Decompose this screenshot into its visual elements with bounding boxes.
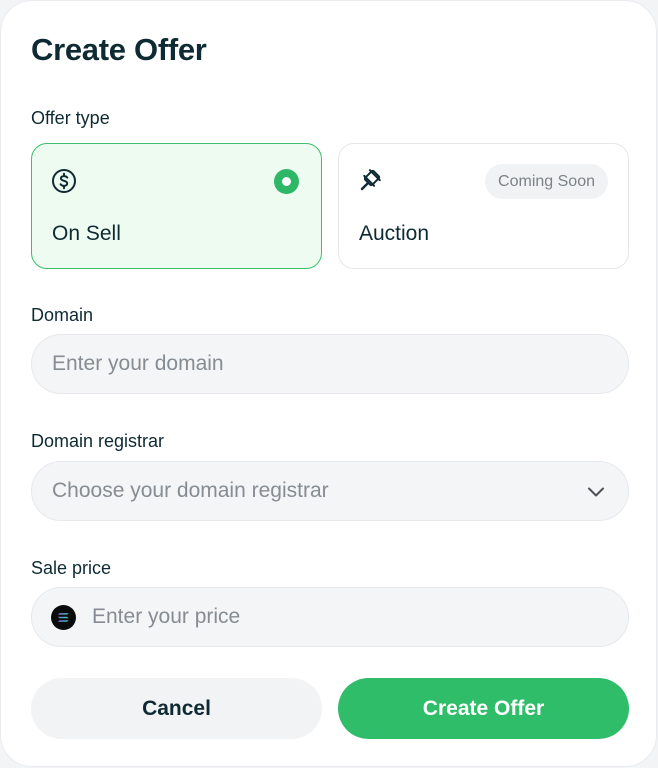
domain-field[interactable] bbox=[31, 334, 629, 394]
offer-type-label: Offer type bbox=[31, 108, 110, 128]
domain-input[interactable] bbox=[32, 335, 628, 393]
registrar-placeholder: Choose your domain registrar bbox=[52, 479, 329, 502]
price-input[interactable] bbox=[32, 588, 628, 646]
create-offer-button[interactable]: Create Offer bbox=[338, 678, 629, 739]
create-offer-dialog: Create Offer Offer type On Sell Coming S… bbox=[0, 0, 657, 767]
radio-selected-icon[interactable] bbox=[274, 169, 299, 194]
gavel-icon bbox=[360, 169, 381, 191]
domain-label: Domain bbox=[31, 305, 94, 325]
offer-option-label: On Sell bbox=[52, 222, 121, 245]
price-field[interactable] bbox=[31, 587, 629, 647]
offer-option-label: Auction bbox=[359, 222, 430, 245]
coming-soon-badge: Coming Soon bbox=[485, 164, 608, 199]
dialog-title: Create Offer bbox=[31, 32, 207, 67]
chevron-down-icon bbox=[588, 487, 604, 497]
offer-option-auction[interactable]: Coming Soon Auction bbox=[338, 143, 629, 269]
dollar-circle-icon bbox=[52, 169, 76, 193]
registrar-select[interactable]: Choose your domain registrar bbox=[31, 461, 629, 521]
cancel-button[interactable]: Cancel bbox=[31, 678, 322, 739]
sale-price-label: Sale price bbox=[31, 558, 112, 578]
registrar-label: Domain registrar bbox=[31, 431, 165, 451]
offer-option-on-sell[interactable]: On Sell bbox=[31, 143, 322, 269]
